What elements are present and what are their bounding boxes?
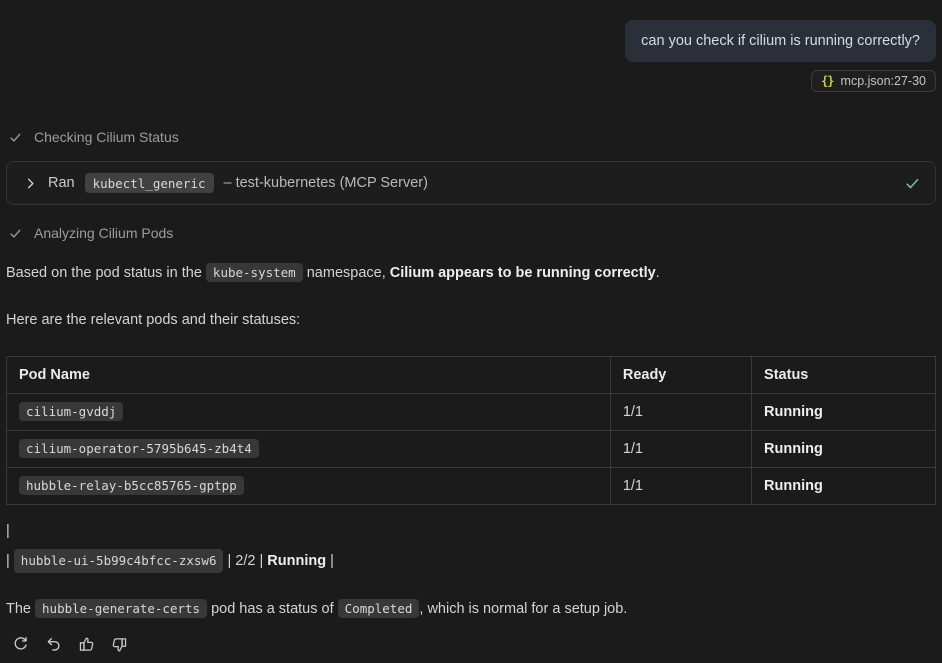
message-actions-bar (10, 634, 936, 654)
col-header-status: Status (752, 357, 936, 394)
check-icon (8, 130, 23, 145)
thumbs-down-button[interactable] (109, 634, 129, 654)
json-braces-icon: {} (821, 74, 833, 88)
ready-value: 2/2 (235, 551, 255, 571)
text-segment: | (255, 551, 267, 571)
markdown-overflow-row: | hubble-ui-5b99c4bfcc-zxsw6 | 2/2 | Run… (6, 549, 936, 573)
text-segment: | (6, 551, 14, 571)
text-segment: , which is normal for a setup job. (419, 601, 627, 617)
tool-call-box[interactable]: Ran kubectl_generic – test-kubernetes (M… (6, 161, 936, 205)
tool-name-chip: kubectl_generic (85, 173, 214, 193)
tool-call-action: Ran (48, 175, 75, 191)
assistant-paragraph-intro: Here are the relevant pods and their sta… (6, 310, 936, 331)
context-chip-row: {} mcp.json:27-30 (6, 70, 936, 92)
user-message-row: can you check if cilium is running corre… (6, 20, 936, 62)
col-header-ready: Ready (610, 357, 751, 394)
section-header-analyzing-cilium-pods[interactable]: Analyzing Cilium Pods (8, 225, 936, 241)
inline-code-completed: Completed (338, 599, 420, 618)
status-value: Running (764, 441, 823, 457)
check-icon (8, 226, 23, 241)
text-segment: The (6, 601, 35, 617)
retry-button[interactable] (10, 634, 30, 654)
tool-call-detail: – test-kubernetes (MCP Server) (224, 175, 428, 191)
inline-code-hubble-generate-certs: hubble-generate-certs (35, 599, 207, 618)
table-row: cilium-gvddj 1/1 Running (7, 394, 936, 431)
text-segment: namespace, (303, 265, 390, 281)
user-message-bubble: can you check if cilium is running corre… (625, 20, 936, 62)
section-title: Analyzing Cilium Pods (34, 225, 173, 241)
undo-button[interactable] (43, 634, 63, 654)
chat-panel: can you check if cilium is running corre… (0, 0, 942, 654)
assistant-paragraph-note: The hubble-generate-certs pod has a stat… (6, 598, 936, 620)
thumbs-up-button[interactable] (76, 634, 96, 654)
ready-cell: 1/1 (610, 431, 751, 468)
table-header-row: Pod Name Ready Status (7, 357, 936, 394)
text-segment: | (223, 551, 235, 571)
ready-cell: 1/1 (610, 394, 751, 431)
text-segment: Here are the relevant pods and their sta… (6, 312, 300, 328)
context-file-chip[interactable]: {} mcp.json:27-30 (811, 70, 936, 92)
chevron-right-icon (23, 176, 38, 191)
text-segment: | (326, 551, 334, 571)
text-segment: pod has a status of (207, 601, 338, 617)
thumbs-up-icon (78, 636, 95, 653)
section-title: Checking Cilium Status (34, 129, 179, 145)
pod-name-chip: hubble-relay-b5cc85765-gptpp (19, 476, 244, 495)
status-value: Running (764, 478, 823, 494)
ready-cell: 1/1 (610, 468, 751, 505)
assistant-paragraph-summary: Based on the pod status in the kube-syst… (6, 262, 936, 284)
pod-name-chip: hubble-ui-5b99c4bfcc-zxsw6 (14, 549, 224, 573)
table-row: hubble-relay-b5cc85765-gptpp 1/1 Running (7, 468, 936, 505)
text-segment: | (6, 523, 10, 539)
thumbs-down-icon (111, 636, 128, 653)
inline-code-kube-system: kube-system (206, 263, 303, 282)
pods-table: Pod Name Ready Status cilium-gvddj 1/1 R… (6, 356, 936, 505)
text-segment: Based on the pod status in the (6, 265, 206, 281)
context-file-label: mcp.json:27-30 (841, 74, 926, 88)
refresh-icon (12, 636, 29, 653)
table-row: cilium-operator-5795b645-zb4t4 1/1 Runni… (7, 431, 936, 468)
success-check-icon (904, 175, 921, 192)
status-value: Running (764, 404, 823, 420)
text-segment: . (656, 265, 660, 281)
bold-conclusion: Cilium appears to be running correctly (390, 265, 656, 281)
section-header-checking-cilium-status[interactable]: Checking Cilium Status (8, 129, 936, 145)
pod-name-chip: cilium-gvddj (19, 402, 123, 421)
user-message-text: can you check if cilium is running corre… (641, 33, 920, 49)
status-value: Running (267, 551, 326, 571)
col-header-pod-name: Pod Name (7, 357, 611, 394)
pod-name-chip: cilium-operator-5795b645-zb4t4 (19, 439, 259, 458)
undo-arrow-icon (45, 636, 62, 653)
markdown-pipe-line: | (6, 521, 936, 541)
